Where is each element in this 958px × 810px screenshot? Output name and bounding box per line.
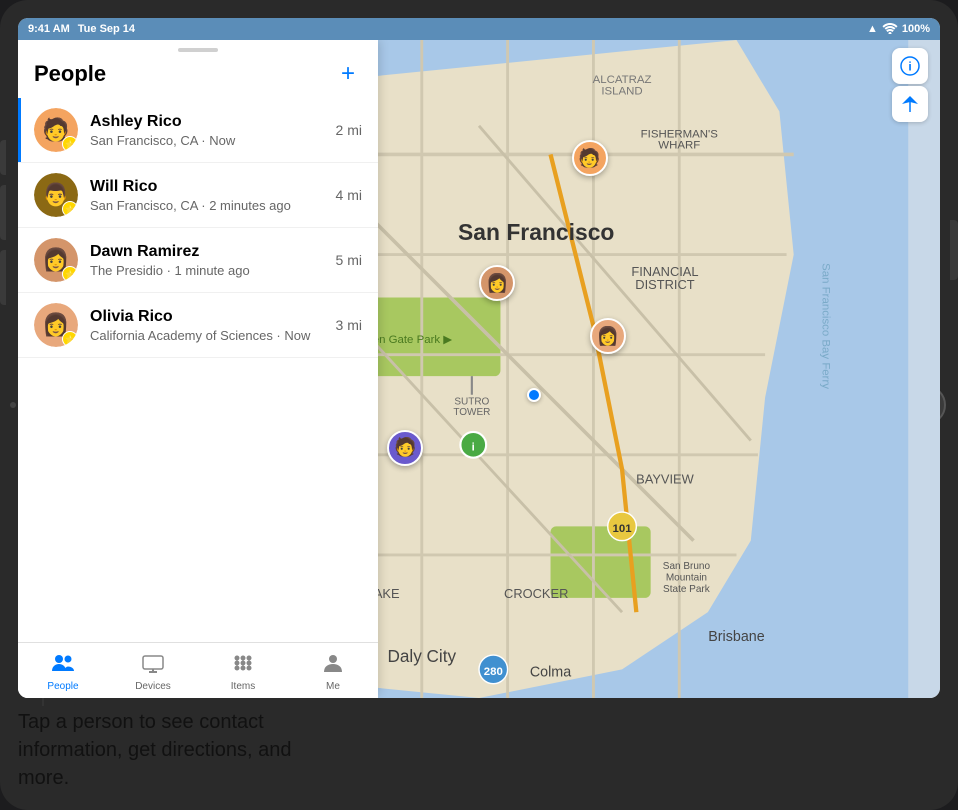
person-name-dawn: Dawn Ramirez [90, 243, 328, 261]
bottom-nav: People Devices [18, 642, 378, 698]
svg-text:State Park: State Park [663, 584, 711, 595]
svg-text:280: 280 [484, 666, 503, 678]
svg-text:BAYVIEW: BAYVIEW [636, 471, 695, 486]
camera [10, 402, 16, 408]
svg-text:San Francisco: San Francisco [458, 219, 614, 245]
svg-text:Colma: Colma [530, 665, 571, 681]
person-distance-will: 4 mi [336, 187, 362, 203]
pin-olivia[interactable]: 👩 [590, 318, 626, 354]
person-name-ashley: Ashley Rico [90, 113, 328, 131]
items-nav-icon [231, 653, 255, 679]
screen: 9:41 AM Tue Sep 14 ▲ 100% [18, 18, 940, 698]
volume-down-button[interactable] [0, 185, 6, 240]
caption-text: Tap a person to see contact information,… [18, 708, 318, 792]
pin-ashley[interactable]: 🧑 [572, 140, 608, 176]
person-location-ashley: San Francisco, CA · Now [90, 133, 328, 148]
current-location-dot [527, 388, 541, 402]
svg-text:ISLAND: ISLAND [601, 85, 642, 97]
ipad-frame: 9:41 AM Tue Sep 14 ▲ 100% [0, 0, 958, 810]
people-nav-icon [51, 653, 75, 679]
person-info-ashley: Ashley Rico San Francisco, CA · Now [90, 113, 328, 148]
person-item-ashley[interactable]: 🧑 ⭐ Ashley Rico San Francisco, CA · Now … [18, 98, 378, 163]
date: Tue Sep 14 [78, 23, 135, 35]
pin-person4[interactable]: 🧑 [387, 430, 423, 466]
caption-area: Tap a person to see contact information,… [18, 708, 318, 792]
person-info-dawn: Dawn Ramirez The Presidio · 1 minute ago [90, 243, 328, 278]
sidebar-panel: People + 🧑 ⭐ Ashley Rico San Francisco, … [18, 40, 378, 698]
nav-item-devices[interactable]: Devices [108, 651, 198, 694]
signal-icon: ▲ [867, 23, 878, 35]
person-distance-dawn: 5 mi [336, 252, 362, 268]
svg-text:Mountain: Mountain [666, 573, 707, 584]
person-location-dawn: The Presidio · 1 minute ago [90, 263, 328, 278]
star-badge-will: ⭐ [62, 201, 78, 217]
star-badge-dawn: ⭐ [62, 266, 78, 282]
avatar-will: 👨 ⭐ [34, 173, 78, 217]
nav-item-me[interactable]: Me [288, 651, 378, 694]
avatar-ashley: 🧑 ⭐ [34, 108, 78, 152]
add-person-button[interactable]: + [334, 60, 362, 88]
power-button[interactable] [950, 220, 958, 280]
person-name-will: Will Rico [90, 178, 328, 196]
star-badge-olivia: ⭐ [62, 331, 78, 347]
svg-text:CROCKER: CROCKER [504, 586, 568, 601]
left-border [18, 98, 21, 162]
person-name-olivia: Olivia Rico [90, 308, 328, 326]
svg-text:San Francisco Bay Ferry: San Francisco Bay Ferry [819, 263, 831, 389]
svg-text:San Bruno: San Bruno [663, 561, 711, 572]
silent-switch[interactable] [0, 250, 6, 305]
svg-text:i: i [472, 442, 475, 454]
svg-text:TOWER: TOWER [453, 407, 490, 418]
svg-text:WHARF: WHARF [658, 140, 700, 152]
pin-dawn[interactable]: 👩 [479, 265, 515, 301]
status-bar: 9:41 AM Tue Sep 14 ▲ 100% [18, 18, 940, 40]
person-location-will: San Francisco, CA · 2 minutes ago [90, 198, 328, 213]
people-list: 🧑 ⭐ Ashley Rico San Francisco, CA · Now … [18, 98, 378, 642]
handle-bar [178, 48, 218, 52]
person-info-will: Will Rico San Francisco, CA · 2 minutes … [90, 178, 328, 213]
svg-text:Daly City: Daly City [387, 646, 456, 666]
time: 9:41 AM [28, 23, 70, 35]
wifi-icon [882, 22, 898, 37]
me-nav-label: Me [326, 681, 340, 692]
location-button[interactable] [892, 86, 928, 122]
me-nav-icon [321, 653, 345, 679]
avatar-olivia: 👩 ⭐ [34, 303, 78, 347]
nav-item-items[interactable]: Items [198, 651, 288, 694]
devices-nav-label: Devices [135, 681, 171, 692]
drag-handle [18, 40, 378, 56]
star-badge: ⭐ [62, 136, 78, 152]
items-nav-label: Items [231, 681, 255, 692]
people-nav-label: People [47, 681, 78, 692]
svg-text:i: i [908, 60, 911, 74]
avatar-dawn: 👩 ⭐ [34, 238, 78, 282]
person-location-olivia: California Academy of Sciences · Now [90, 328, 328, 343]
svg-text:Brisbane: Brisbane [708, 629, 764, 645]
svg-text:FISHERMAN'S: FISHERMAN'S [641, 128, 719, 140]
person-item-dawn[interactable]: 👩 ⭐ Dawn Ramirez The Presidio · 1 minute… [18, 228, 378, 293]
person-distance-olivia: 3 mi [336, 317, 362, 333]
person-info-olivia: Olivia Rico California Academy of Scienc… [90, 308, 328, 343]
svg-text:101: 101 [612, 523, 632, 535]
svg-text:DISTRICT: DISTRICT [635, 277, 694, 292]
devices-nav-icon [141, 653, 165, 679]
person-item-olivia[interactable]: 👩 ⭐ Olivia Rico California Academy of Sc… [18, 293, 378, 358]
svg-text:ALCATRAZ: ALCATRAZ [593, 74, 652, 86]
status-bar-right: ▲ 100% [867, 22, 930, 37]
status-bar-left: 9:41 AM Tue Sep 14 [28, 23, 135, 35]
volume-up-button[interactable] [0, 140, 6, 175]
sidebar-header: People + [18, 56, 378, 98]
map-controls: i [892, 48, 928, 122]
info-button[interactable]: i [892, 48, 928, 84]
person-distance-ashley: 2 mi [336, 122, 362, 138]
battery: 100% [902, 23, 930, 35]
nav-item-people[interactable]: People [18, 651, 108, 694]
person-item-will[interactable]: 👨 ⭐ Will Rico San Francisco, CA · 2 minu… [18, 163, 378, 228]
sidebar-title: People [34, 61, 106, 87]
